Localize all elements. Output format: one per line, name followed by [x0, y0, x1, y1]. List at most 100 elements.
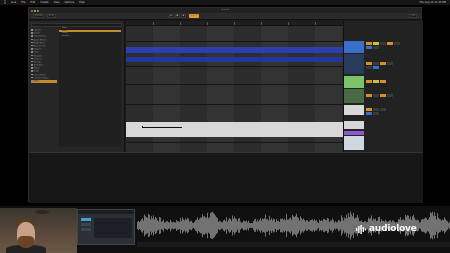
waveform-bar: [137, 221, 138, 230]
waveform-bar: [279, 221, 280, 230]
waveform-bar: [172, 222, 173, 229]
audio-clip[interactable]: [126, 57, 343, 62]
menu-item-live[interactable]: Live: [11, 0, 16, 5]
track-lanes[interactable]: [126, 26, 343, 152]
play-button[interactable]: ▶: [168, 14, 174, 18]
waveform-bar: [352, 216, 353, 235]
plugin-button[interactable]: [81, 218, 91, 221]
file-item[interactable]: Samples: [59, 35, 121, 38]
waveform-bar: [333, 220, 334, 231]
waveform-bar: [226, 217, 227, 234]
waveform-bar: [246, 220, 247, 231]
solo-button[interactable]: [373, 42, 379, 45]
track-header[interactable]: [344, 41, 364, 53]
menu-item-view[interactable]: View: [54, 0, 60, 5]
waveform-bar: [152, 218, 153, 233]
waveform-bar: [339, 220, 340, 231]
browser-panel: Sounds Drums Instruments Audio Effects M…: [29, 21, 125, 152]
waveform-bar: [354, 218, 355, 233]
position-field[interactable]: 1. 1. 1: [188, 14, 199, 18]
waveform-bar: [217, 218, 218, 233]
waveform-bar: [171, 221, 172, 230]
track-header[interactable]: [344, 89, 364, 103]
waveform-bar: [428, 219, 429, 232]
waveform-bar: [306, 220, 307, 231]
midi-clip[interactable]: [126, 122, 343, 137]
waveform-scrollbar[interactable]: [137, 242, 450, 247]
waveform-bar: [231, 220, 232, 231]
waveform-bar: [238, 218, 239, 233]
waveform-bar: [227, 221, 228, 230]
waveform-bar: [235, 218, 236, 233]
tempo-field[interactable]: 120.00: [33, 14, 44, 18]
waveform-bar: [220, 221, 221, 230]
waveform-bar: [293, 216, 294, 235]
waveform-bar: [222, 222, 223, 229]
track-header[interactable]: [344, 136, 364, 150]
waveform-bar: [245, 221, 246, 230]
plugin-window[interactable]: [77, 209, 135, 245]
track-header[interactable]: [344, 76, 364, 88]
waveform-bar: [421, 219, 422, 232]
track-header[interactable]: [344, 105, 364, 115]
webcam-overlay: [0, 208, 77, 253]
waveform-bar: [142, 218, 143, 233]
track-header[interactable]: [344, 131, 364, 135]
menu-item-file[interactable]: File: [21, 0, 25, 5]
waveform-bar: [287, 219, 288, 232]
menu-item-help[interactable]: Help: [79, 0, 85, 5]
waveform-bar: [447, 221, 448, 230]
midi-note[interactable]: [142, 127, 182, 128]
waveform-bar: [342, 217, 343, 234]
track-activator-button[interactable]: [366, 42, 372, 45]
waveform-bar: [304, 219, 305, 232]
waveform-bar: [200, 217, 201, 234]
waveform-bar: [199, 218, 200, 233]
audio-clip[interactable]: [126, 47, 343, 53]
track-header[interactable]: [344, 54, 364, 74]
waveform-bar: [145, 216, 146, 235]
waveform-bar: [419, 222, 420, 229]
apple-icon[interactable]: : [4, 0, 6, 5]
waveform-bar: [278, 220, 279, 231]
waveform-bar: [156, 217, 157, 234]
waveform-bar: [435, 216, 436, 235]
meter-field[interactable]: 4 / 4: [47, 14, 56, 18]
waveform-bar: [201, 217, 202, 234]
waveform-bar: [223, 220, 224, 231]
record-button[interactable]: ●: [180, 14, 186, 18]
place-item-selected[interactable]: Splice: [31, 80, 57, 84]
arrangement-view[interactable]: [126, 21, 343, 152]
waveform-bar: [277, 221, 278, 230]
waveform-bar: [202, 214, 203, 237]
waveform-bar: [280, 218, 281, 233]
plugin-button[interactable]: [81, 223, 91, 226]
waveform-bar: [160, 217, 161, 234]
waveform-bar: [186, 219, 187, 232]
arm-button[interactable]: [394, 42, 400, 45]
waveform-bar: [173, 221, 174, 230]
waveform-bar: [219, 220, 220, 231]
menu-item-edit[interactable]: Edit: [30, 0, 35, 5]
waveform-bar: [319, 219, 320, 232]
waveform-bar: [426, 218, 427, 233]
control-bar: 120.00 4 / 4 ▶ ■ ● 1. 1. 1 3 %: [29, 13, 421, 20]
arm-button[interactable]: [380, 42, 386, 45]
transport: ▶ ■ ●: [168, 14, 186, 18]
waveform-bar: [420, 222, 421, 229]
track-activator-button[interactable]: [387, 42, 393, 45]
track-header[interactable]: [344, 121, 364, 129]
waveform-bar: [303, 218, 304, 233]
menu-item-options[interactable]: Options: [65, 0, 75, 5]
plugin-button[interactable]: [81, 228, 91, 231]
waveform-bar: [211, 212, 212, 239]
detail-view[interactable]: [29, 152, 423, 203]
waveform-bar: [236, 219, 237, 232]
waveform-bar: [263, 219, 264, 232]
menu-item-create[interactable]: Create: [40, 0, 48, 5]
waveform-bar: [154, 219, 155, 232]
waveform-bar: [218, 221, 219, 230]
waveform-bar: [240, 221, 241, 230]
stop-button[interactable]: ■: [174, 14, 180, 18]
waveform-bar: [441, 220, 442, 231]
